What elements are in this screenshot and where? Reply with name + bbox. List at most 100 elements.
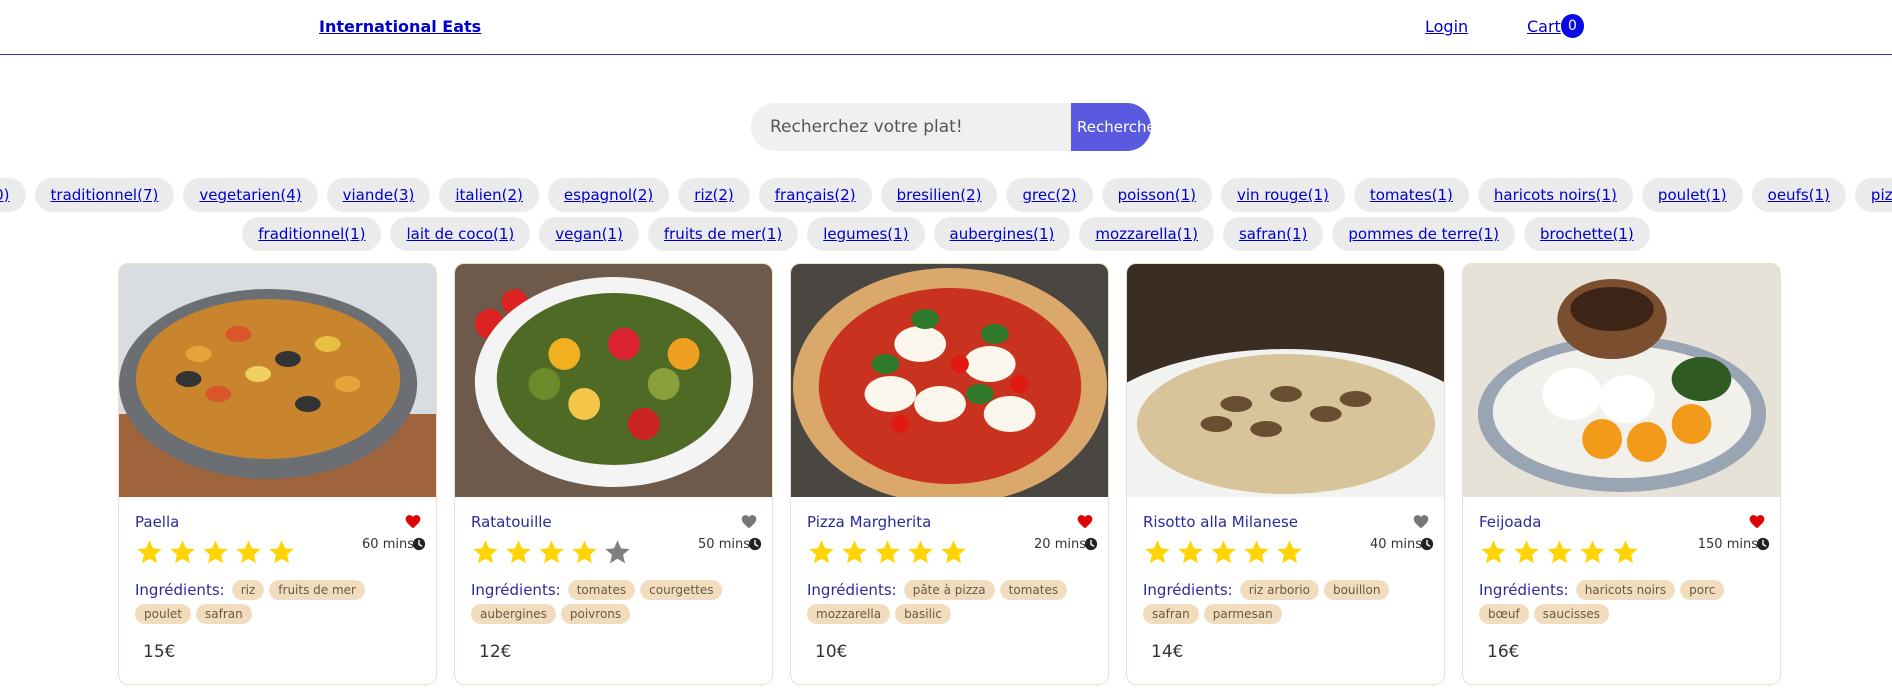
- category-tag[interactable]: viande(3): [326, 178, 431, 212]
- clock-icon: [748, 537, 762, 551]
- favorite-heart-icon[interactable]: [740, 513, 758, 529]
- dish-price: 16€: [1487, 642, 1520, 662]
- rating-star-icon: [203, 540, 228, 564]
- dish-card[interactable]: Pizza Margherita 20 mins Ingrédients: pâte …: [790, 263, 1109, 685]
- prep-time: 150 mins: [1697, 537, 1758, 552]
- category-tag[interactable]: pizza(1): [1854, 178, 1892, 212]
- ingredients-label: Ingrédients:: [135, 581, 225, 599]
- category-tag[interactable]: français(2): [758, 178, 872, 212]
- dish-name[interactable]: Pizza Margherita: [807, 513, 931, 531]
- category-tag[interactable]: mozzarella(1): [1079, 217, 1214, 251]
- category-tag[interactable]: vegan(1): [539, 217, 639, 251]
- ingredients-label: Ingrédients:: [471, 581, 561, 599]
- cart-count-badge[interactable]: 0: [1561, 14, 1584, 38]
- cart-link[interactable]: Cart: [1527, 17, 1561, 36]
- rating-star-icon: [842, 540, 867, 564]
- category-tag[interactable]: espagnol(2): [547, 178, 670, 212]
- category-tag[interactable]: haricots noirs(1): [1477, 178, 1633, 212]
- dish-name[interactable]: Paella: [135, 513, 179, 531]
- top-navbar: International Eats Login Cart 0: [0, 0, 1892, 55]
- category-tag[interactable]: fruits de mer(1): [647, 217, 799, 251]
- ingredient-chip: riz: [231, 580, 265, 600]
- category-tag[interactable]: aubergines(1): [933, 217, 1071, 251]
- rating-star-icon: [809, 540, 834, 564]
- category-tags-row-2: fraditionnel(1) lait de coco(1) vegan(1) fr…: [0, 217, 1892, 251]
- rating-star-icon: [1211, 540, 1236, 564]
- dish-name[interactable]: Ratatouille: [471, 513, 552, 531]
- ingredients-label: Ingrédients:: [1143, 581, 1233, 599]
- category-tag[interactable]: poulet(1): [1641, 178, 1743, 212]
- category-tag[interactable]: traditionnel(7): [34, 178, 175, 212]
- category-tag[interactable]: poisson(1): [1101, 178, 1213, 212]
- category-tag[interactable]: vegetarien(4): [183, 178, 318, 212]
- ingredients-label: Ingrédients:: [807, 581, 897, 599]
- category-tag[interactable]: grec(2): [1006, 178, 1093, 212]
- category-tags-row-1: all(10) traditionnel(7)vegetarien(4)viand…: [0, 178, 1892, 212]
- dish-photo[interactable]: [119, 264, 436, 497]
- rating-star-icon: [908, 540, 933, 564]
- dish-photo[interactable]: [1127, 264, 1444, 497]
- search-button[interactable]: Recherche: [1071, 103, 1151, 151]
- rating-star-icon: [236, 540, 261, 564]
- ingredient-chip: safran: [1143, 604, 1199, 624]
- dish-photo[interactable]: [1463, 264, 1780, 497]
- category-tag[interactable]: italien(2): [439, 178, 539, 212]
- ingredient-chip: mozzarella: [807, 604, 891, 624]
- ingredient-chip: poivrons: [560, 604, 631, 624]
- dish-price: 14€: [1151, 642, 1184, 662]
- category-tag[interactable]: brochette(1): [1523, 217, 1650, 251]
- rating-star-icon: [473, 540, 498, 564]
- dish-card[interactable]: Feijoada 150 mins Ingrédients: haricots noi…: [1462, 263, 1781, 685]
- dish-price: 10€: [815, 642, 848, 662]
- prep-time: 60 mins: [362, 537, 414, 552]
- rating-star-icon: [1514, 540, 1539, 564]
- category-tag[interactable]: legumes(1): [807, 217, 925, 251]
- category-tag[interactable]: oeufs(1): [1751, 178, 1846, 212]
- rating-star-icon: [1613, 540, 1638, 564]
- ingredient-chip: bouillon: [1323, 580, 1390, 600]
- favorite-heart-icon[interactable]: [1748, 513, 1766, 529]
- ingredient-chip: safran: [196, 604, 252, 624]
- ingredients-list: Ingrédients: tomates courgettes aubergines p…: [471, 580, 761, 624]
- dish-price: 12€: [479, 642, 512, 662]
- category-tag[interactable]: pommes de terre(1): [1332, 217, 1515, 251]
- rating-star-icon: [1244, 540, 1269, 564]
- category-tag[interactable]: riz(2): [678, 178, 750, 212]
- category-tag[interactable]: safran(1): [1222, 217, 1324, 251]
- category-tag[interactable]: bresilien(2): [880, 178, 998, 212]
- ingredient-chip: bœuf: [1479, 604, 1529, 624]
- rating-stars: [1479, 538, 1640, 567]
- rating-stars: [1143, 538, 1304, 567]
- ingredients-list: Ingrédients: haricots noirs porc bœuf saucis…: [1479, 580, 1769, 624]
- ingredient-chip: fruits de mer: [269, 580, 365, 600]
- ingredient-chip: porc: [1680, 580, 1725, 600]
- ingredient-chip: haricots noirs: [1575, 580, 1676, 600]
- dish-photo[interactable]: [455, 264, 772, 497]
- clock-icon: [1420, 537, 1434, 551]
- category-tag[interactable]: fraditionnel(1): [242, 217, 382, 251]
- favorite-heart-icon[interactable]: [404, 513, 422, 529]
- ingredient-chip: basilic: [895, 604, 951, 624]
- category-tag[interactable]: all(10): [0, 178, 26, 212]
- ingredients-list: Ingrédients: riz arborio bouillon safran par…: [1143, 580, 1433, 624]
- ingredient-chip: riz arborio: [1239, 580, 1319, 600]
- dish-photo[interactable]: [791, 264, 1108, 497]
- clock-icon: [1084, 537, 1098, 551]
- dish-card[interactable]: Ratatouille 50 mins Ingrédients: tomates cou…: [454, 263, 773, 685]
- dish-card[interactable]: Paella 60 mins Ingrédients: riz fruits de me…: [118, 263, 437, 685]
- ingredients-list: Ingrédients: pâte à pizza tomates mozzarell…: [807, 580, 1097, 624]
- login-link[interactable]: Login: [1425, 17, 1468, 36]
- rating-star-icon: [1580, 540, 1605, 564]
- favorite-heart-icon[interactable]: [1076, 513, 1094, 529]
- category-tag[interactable]: lait de coco(1): [390, 217, 531, 251]
- brand-link[interactable]: International Eats: [319, 17, 481, 36]
- dish-card[interactable]: Risotto alla Milanese 40 mins Ingrédients:…: [1126, 263, 1445, 685]
- clock-icon: [412, 537, 426, 551]
- favorite-heart-icon[interactable]: [1412, 513, 1430, 529]
- dish-name[interactable]: Risotto alla Milanese: [1143, 513, 1298, 531]
- ingredient-chip: pâte à pizza: [903, 580, 995, 600]
- search-input[interactable]: [751, 103, 1072, 151]
- category-tag[interactable]: vin rouge(1): [1221, 178, 1345, 212]
- category-tag[interactable]: tomates(1): [1353, 178, 1469, 212]
- dish-name[interactable]: Feijoada: [1479, 513, 1541, 531]
